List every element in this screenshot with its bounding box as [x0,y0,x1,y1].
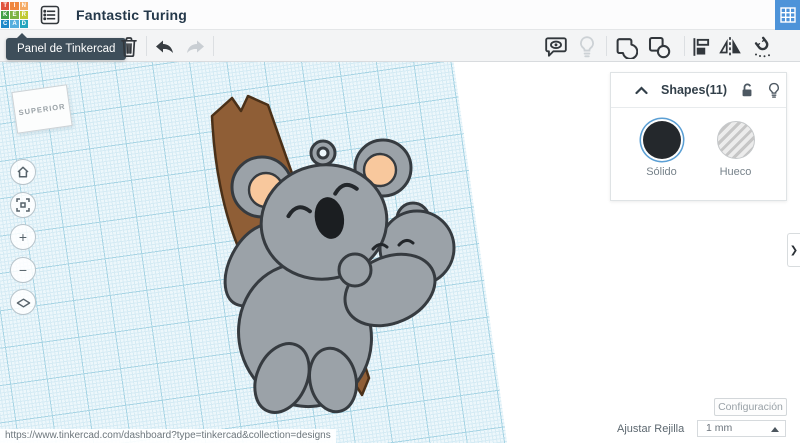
side-panel-expand-handle[interactable]: ❯ [787,233,800,267]
lightbulb-icon [769,82,779,98]
mirror-button[interactable] [718,35,742,59]
fit-view-button[interactable] [10,192,36,218]
lightbulb-icon [580,36,594,58]
ungroup-icon [648,36,671,59]
grid-icon [779,7,796,23]
chevron-up-icon [635,85,648,94]
snap-magnet-button[interactable] [751,35,775,59]
hollow-swatch[interactable] [716,121,755,159]
trash-icon [121,37,137,58]
material-options: Sólido Hueco [611,108,786,200]
ungroup-button[interactable] [647,35,671,59]
snap-grid-dropdown[interactable]: 1 mm [697,420,786,437]
caret-up-icon [771,427,779,432]
snap-grid-label: Ajustar Rejilla [617,423,685,435]
align-button[interactable] [689,35,713,59]
home-icon [17,166,29,178]
solid-swatch[interactable] [642,121,681,159]
toolbar-separator [213,36,214,56]
group-icon [616,38,638,59]
status-bar-url: https://www.tinkercad.com/dashboard?type… [0,429,336,443]
koala-mother [223,138,456,414]
apps-grid-button[interactable] [775,0,800,30]
workplane-view-button[interactable] [10,289,36,315]
zoom-in-button[interactable]: + [10,224,36,250]
delete-button[interactable] [117,35,141,59]
toolbar-separator [606,36,607,56]
top-bar: TINKERCAD Fantastic Turing [0,0,800,30]
keychain-ring-hole [316,146,330,160]
tooltip-panel-de-tinkercad: Panel de Tinkercad [6,33,127,60]
snap-grid-value: 1 mm [706,422,733,434]
align-icon [693,38,710,56]
redo-icon [187,40,204,53]
chevron-right-icon: ❯ [789,244,799,256]
shapes-panel-header: Shapes(11) [611,73,786,108]
view-cube-top[interactable]: SUPERIOR [11,84,73,134]
zoom-out-button[interactable]: − [10,257,36,283]
mirror-icon [719,37,741,57]
unlock-button[interactable] [739,82,755,98]
hollow-label: Hueco [719,166,752,178]
home-view-button[interactable] [10,159,36,185]
hide-selected-button[interactable] [544,35,568,59]
workplane-icon [16,298,30,307]
unlock-icon [742,83,752,97]
eye-bubble-icon [545,37,567,57]
tinkercad-logo[interactable]: TINKERCAD [1,1,28,29]
3d-viewport[interactable]: SUPERIOR + − Shapes(11) Sólido Hueco ❯ C… [0,62,800,443]
shapes-panel: Shapes(11) Sólido Hueco [610,72,787,201]
toolbar-separator [146,36,147,56]
list-icon [40,5,60,24]
settings-button[interactable]: Configuración [714,398,787,416]
shapes-panel-title: Shapes(11) [661,83,728,97]
fit-view-icon [16,198,30,212]
show-all-button[interactable] [575,35,599,59]
design-menu-button[interactable] [39,4,61,26]
editor-toolbar: Panel de Tinkercad [0,30,800,62]
group-button[interactable] [614,35,638,59]
material-hollow[interactable]: Hueco [716,121,755,200]
hug-hand [337,252,373,288]
magnet-icon [754,36,770,58]
undo-icon [156,40,173,53]
toolbar-separator [684,36,685,56]
collapse-panel-button[interactable] [635,85,648,95]
visibility-bulb-button[interactable] [767,82,781,99]
design-title[interactable]: Fantastic Turing [76,7,187,23]
undo-button[interactable] [152,35,176,59]
solid-label: Sólido [646,166,677,178]
redo-button[interactable] [184,35,208,59]
material-solid[interactable]: Sólido [642,121,681,200]
